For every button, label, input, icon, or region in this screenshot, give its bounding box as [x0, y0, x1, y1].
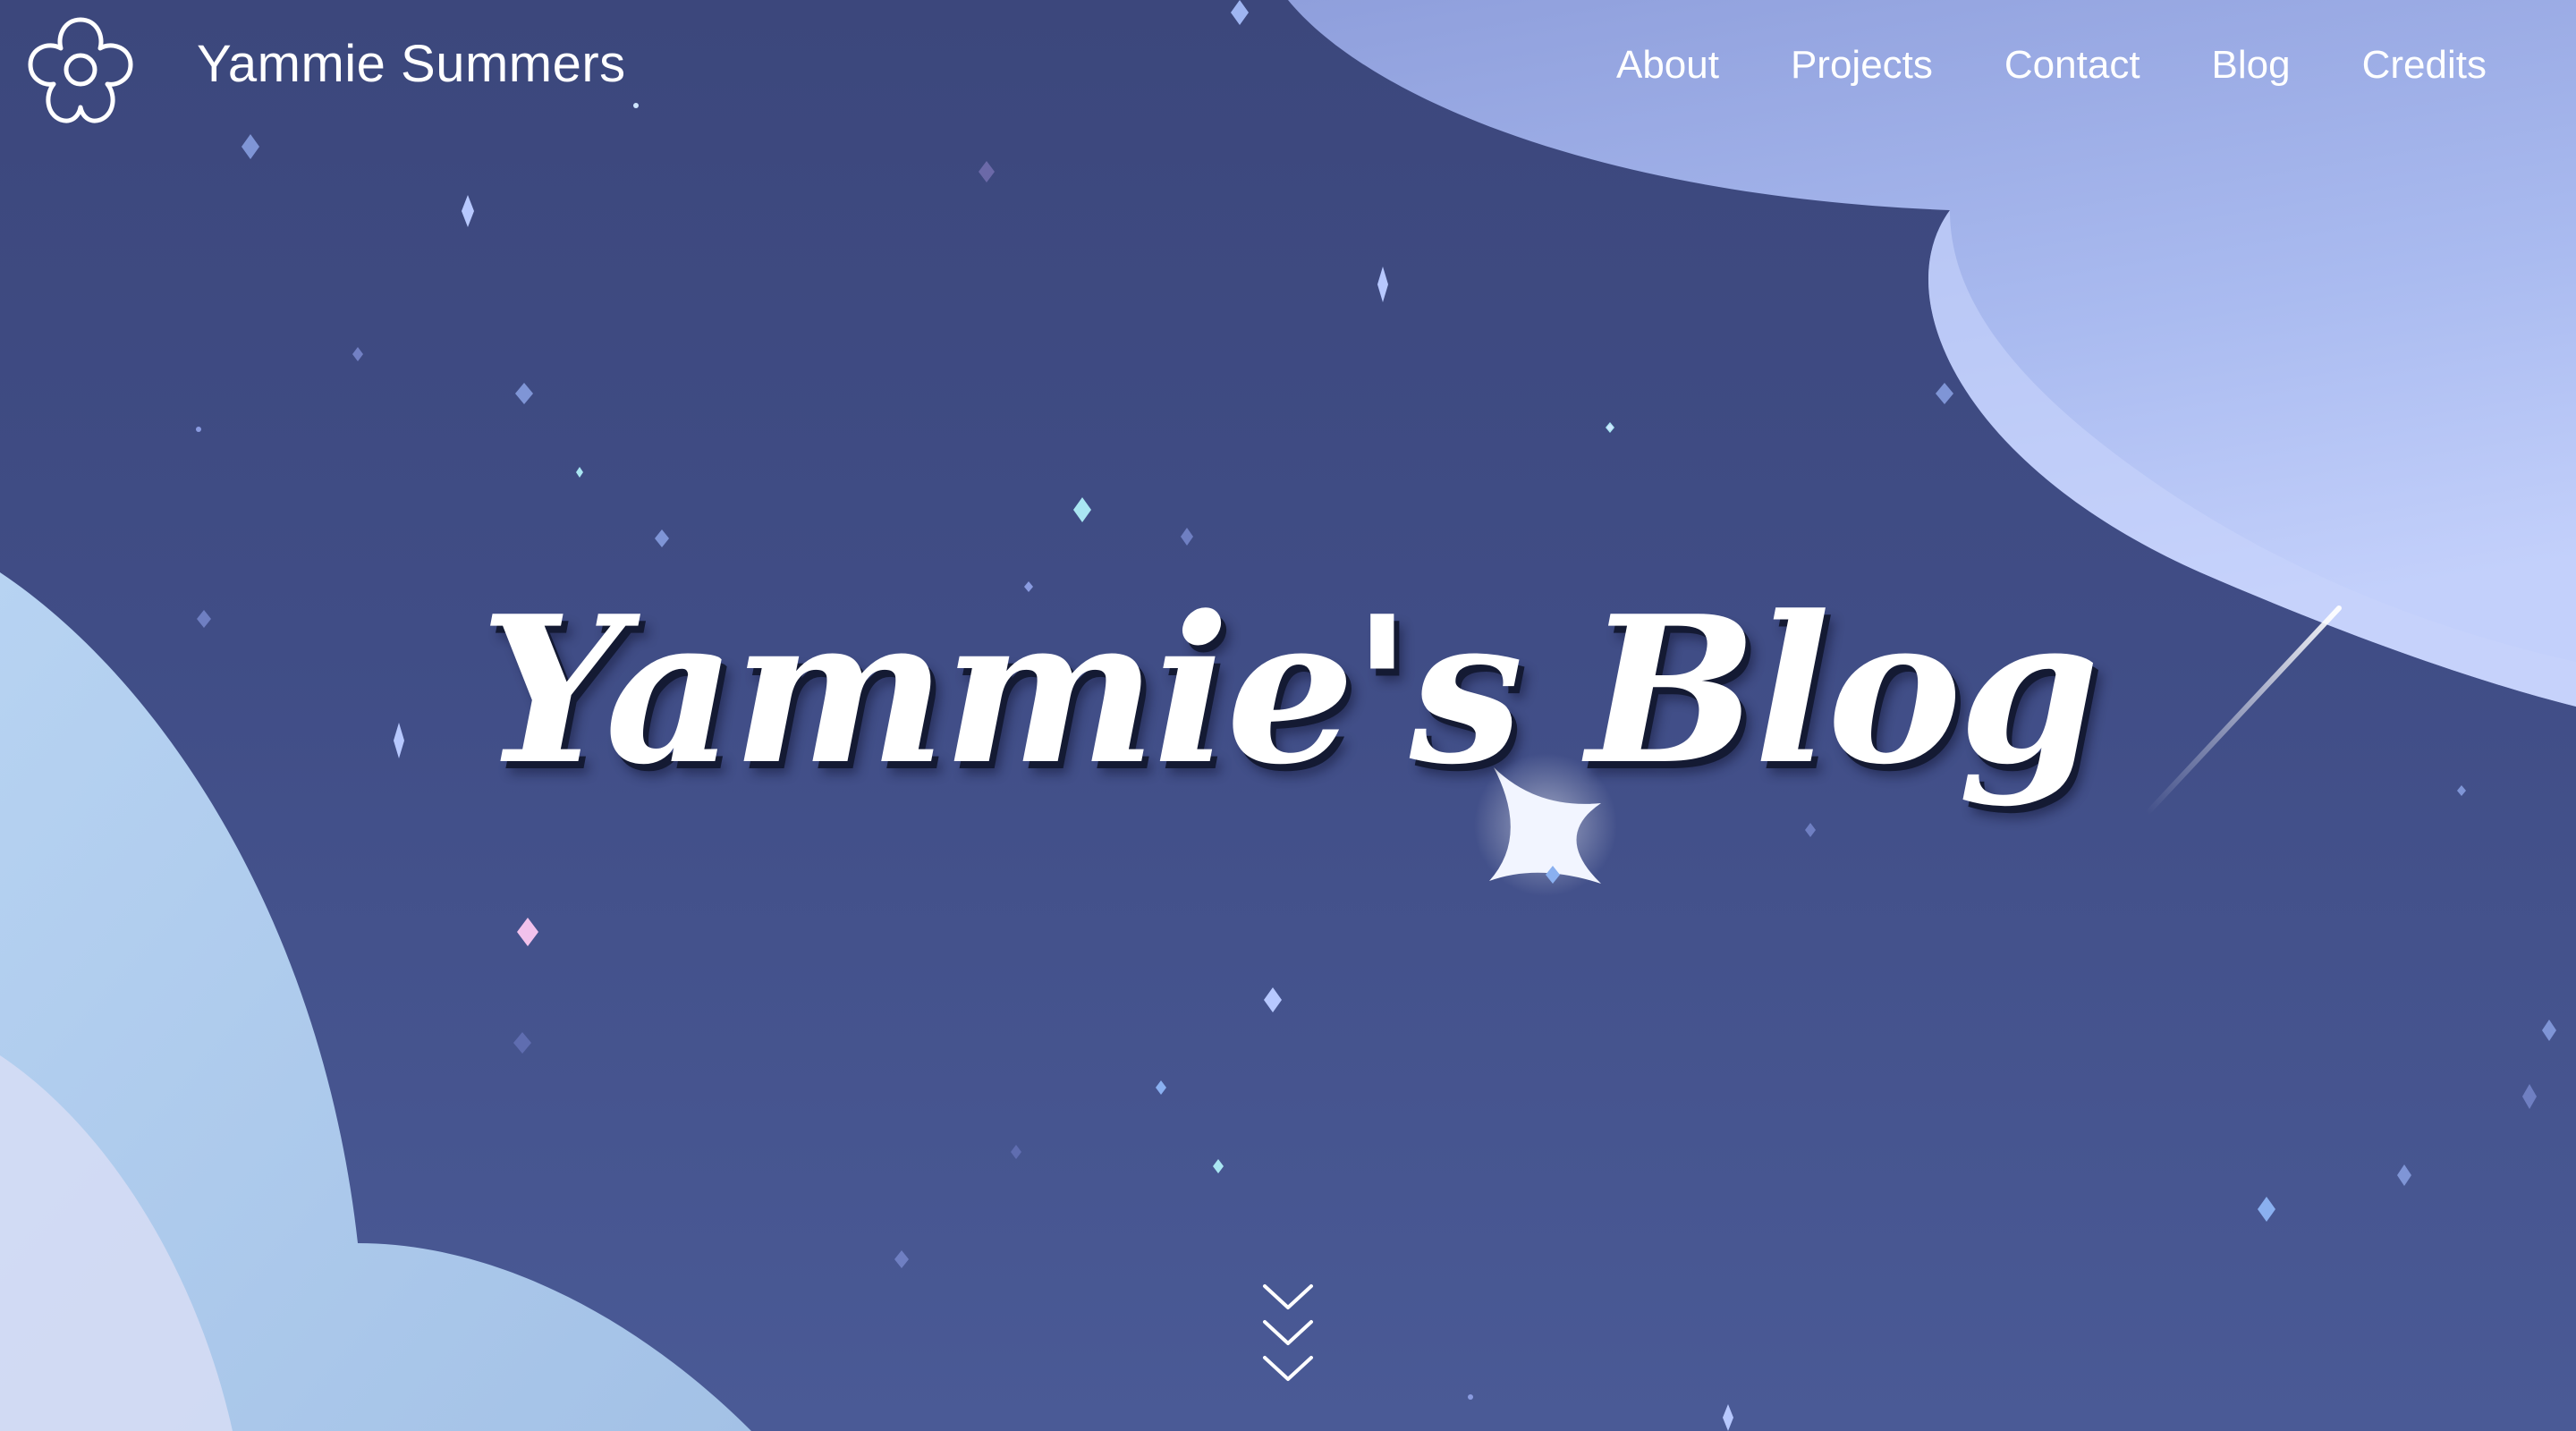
- site-name[interactable]: Yammie Summers: [197, 34, 626, 94]
- nav-link-projects[interactable]: Projects: [1791, 43, 1933, 88]
- main-nav: About Projects Contact Blog Credits: [1616, 43, 2487, 88]
- hero-title: Yammie's Blog: [479, 572, 2100, 809]
- top-navigation-bar: Yammie Summers About Projects Contact Bl…: [0, 0, 2576, 143]
- hero-section: Yammie Summers About Projects Contact Bl…: [0, 0, 2576, 1431]
- nav-link-credits[interactable]: Credits: [2362, 43, 2487, 88]
- flower-icon[interactable]: [21, 11, 140, 129]
- nav-link-blog[interactable]: Blog: [2212, 43, 2291, 88]
- triple-chevron-down-icon[interactable]: [1259, 1279, 1317, 1386]
- nav-link-contact[interactable]: Contact: [2004, 43, 2140, 88]
- nav-link-about[interactable]: About: [1616, 43, 1719, 88]
